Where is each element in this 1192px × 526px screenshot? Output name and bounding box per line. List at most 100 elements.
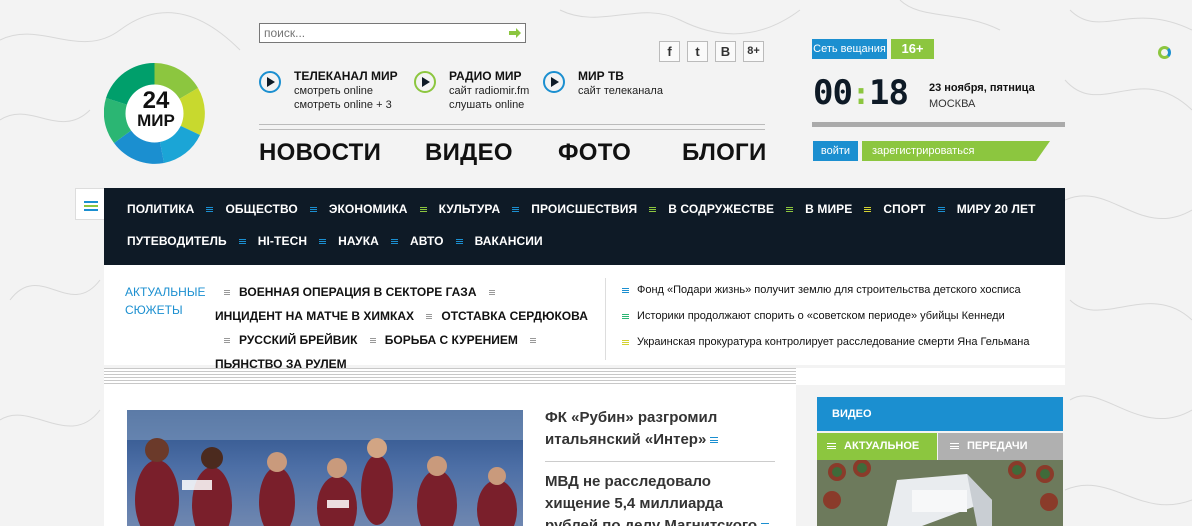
channel-title[interactable]: МИР ТВ — [578, 69, 624, 83]
headline-text[interactable]: МВД не расследовало хищение 5,4 миллиард… — [545, 473, 757, 526]
divider — [259, 124, 765, 130]
search-input[interactable] — [260, 24, 500, 42]
topic-link[interactable]: ОТСТАВКА СЕРДЮКОВА — [441, 309, 588, 323]
video-preview-image — [817, 460, 1063, 526]
menu-item[interactable]: ОБЩЕСТВО — [225, 202, 297, 216]
play-icon[interactable] — [259, 71, 281, 93]
side-news-item[interactable]: Украинская прокуратура контролирует расс… — [622, 336, 1030, 348]
divider — [796, 368, 1065, 385]
nav-video[interactable]: ВИДЕО — [425, 139, 513, 167]
search-arrow-icon[interactable] — [508, 27, 522, 39]
menu-item[interactable]: НАУКА — [338, 234, 379, 248]
loading-ring-icon — [1158, 46, 1171, 59]
menu-separator-icon — [937, 206, 945, 212]
clock-hours: 00 — [813, 73, 853, 113]
topic-link[interactable]: ВОЕННАЯ ОПЕРАЦИЯ В СЕКТОРЕ ГАЗА — [239, 285, 477, 299]
featured-news-photo[interactable] — [127, 410, 523, 526]
channel-title[interactable]: ТЕЛЕКАНАЛ МИР — [294, 69, 398, 83]
list-icon — [827, 443, 836, 450]
tab-programs[interactable]: ПЕРЕДАЧИ — [938, 433, 1063, 460]
divider — [812, 122, 1065, 127]
register-button[interactable]: зарегистрироваться — [862, 141, 1050, 161]
menu-item[interactable]: СПОРТ — [883, 202, 925, 216]
menu-separator-icon — [455, 238, 463, 244]
current-city: МОСКВА — [929, 98, 976, 110]
logo-24-mir[interactable]: 24 МИР — [103, 62, 205, 164]
channel-radio-mir[interactable]: РАДИО МИР сайт radiomir.fm слушать onlin… — [414, 69, 544, 115]
topic-link[interactable]: ИНЦИДЕНТ НА МАТЧЕ В ХИМКАХ — [215, 309, 414, 323]
headline-link[interactable]: ФК «Рубин» разгромил итальянский «Интер» — [545, 407, 775, 451]
vkontakte-icon[interactable]: B — [715, 41, 736, 62]
play-icon[interactable] — [543, 71, 565, 93]
menu-separator-icon — [786, 206, 794, 212]
list-bullet-icon — [622, 339, 629, 345]
divider — [545, 461, 775, 462]
video-widget-title[interactable]: ВИДЕО — [817, 397, 1063, 431]
trending-label: АКТУАЛЬНЫЕ СЮЖЕТЫ — [125, 285, 206, 317]
menu-item[interactable]: ПУТЕВОДИТЕЛЬ — [127, 234, 227, 248]
menu-separator-icon — [309, 206, 317, 212]
google-plus-icon[interactable]: 8+ — [743, 41, 764, 62]
menu-separator-icon — [649, 206, 657, 212]
channel-title[interactable]: РАДИО МИР — [449, 69, 522, 83]
tab-label: АКТУАЛЬНОЕ — [844, 440, 920, 452]
topic-separator-icon — [224, 337, 230, 343]
menu-icon — [84, 201, 98, 211]
broadcast-network-link[interactable]: Сеть вещания — [812, 39, 887, 59]
menu-item[interactable]: КУЛЬТУРА — [439, 202, 501, 216]
video-thumbnail[interactable] — [817, 460, 1063, 526]
menu-separator-icon — [864, 206, 872, 212]
channel-link[interactable]: смотреть online — [294, 85, 373, 97]
topic-link[interactable]: РУССКИЙ БРЕЙВИК — [239, 333, 357, 347]
side-news-link[interactable]: Фонд «Подари жизнь» получит землю для ст… — [637, 284, 1021, 296]
nav-blogs[interactable]: БЛОГИ — [682, 139, 767, 167]
list-icon — [950, 443, 959, 450]
side-news-link[interactable]: Историки продолжают спорить о «советском… — [637, 310, 1005, 322]
menu-item[interactable]: АВТО — [410, 234, 444, 248]
menu-separator-icon — [419, 206, 427, 212]
logo-number: 24 — [142, 87, 170, 114]
side-news-link[interactable]: Украинская прокуратура контролирует расс… — [637, 336, 1030, 348]
headline-link[interactable]: МВД не расследовало хищение 5,4 миллиард… — [545, 471, 775, 526]
nav-news[interactable]: НОВОСТИ — [259, 139, 381, 167]
menu-separator-icon — [319, 238, 327, 244]
search-box[interactable] — [259, 23, 526, 43]
menu-separator-icon — [512, 206, 520, 212]
menu-item[interactable]: HI-TECH — [258, 234, 307, 248]
category-menu-row-1: ПОЛИТИКА ОБЩЕСТВО ЭКОНОМИКА КУЛЬТУРА ПРОИСШЕ… — [127, 202, 1036, 216]
nav-photo[interactable]: ФОТО — [558, 139, 631, 167]
channel-mir-tv-site[interactable]: МИР ТВ сайт телеканала — [543, 69, 673, 115]
channel-link[interactable]: смотреть online + 3 — [294, 99, 392, 111]
menu-item[interactable]: В СОДРУЖЕСТВЕ — [668, 202, 774, 216]
headline-text[interactable]: ФК «Рубин» разгромил итальянский «Интер» — [545, 409, 717, 448]
list-bullet-icon — [622, 313, 629, 319]
menu-separator-icon — [390, 238, 398, 244]
twitter-icon[interactable]: t — [687, 41, 708, 62]
current-date: 23 ноября, пятница — [929, 82, 1035, 94]
side-news-item[interactable]: Фонд «Подари жизнь» получит землю для ст… — [622, 284, 1021, 296]
topic-link[interactable]: БОРЬБА С КУРЕНИЕМ — [385, 333, 518, 347]
channel-link[interactable]: сайт radiomir.fm — [449, 85, 529, 97]
tab-actual[interactable]: АКТУАЛЬНОЕ — [817, 433, 937, 460]
menu-item[interactable]: ПОЛИТИКА — [127, 202, 194, 216]
list-icon — [710, 437, 719, 444]
menu-item[interactable]: МИРУ 20 ЛЕТ — [957, 202, 1036, 216]
facebook-icon[interactable]: f — [659, 41, 680, 62]
login-button[interactable]: войти — [813, 141, 858, 161]
menu-separator-icon — [238, 238, 246, 244]
channel-mir-tv[interactable]: ТЕЛЕКАНАЛ МИР смотреть online смотреть o… — [259, 69, 409, 115]
clock-separator: : — [851, 77, 870, 112]
age-rating-badge: 16+ — [891, 39, 934, 59]
menu-item[interactable]: ПРОИСШЕСТВИЯ — [531, 202, 637, 216]
play-icon[interactable] — [414, 71, 436, 93]
menu-toggle-button[interactable] — [75, 188, 105, 220]
side-news-item[interactable]: Историки продолжают спорить о «советском… — [622, 310, 1005, 322]
trending-topics: ВОЕННАЯ ОПЕРАЦИЯ В СЕКТОРЕ ГАЗА ИНЦИДЕНТ… — [215, 280, 595, 376]
menu-item[interactable]: В МИРЕ — [805, 202, 852, 216]
menu-item[interactable]: ВАКАНСИИ — [475, 234, 543, 248]
category-menu-row-2: ПУТЕВОДИТЕЛЬ HI-TECH НАУКА АВТО ВАКАНСИИ — [127, 234, 543, 248]
channel-link[interactable]: слушать online — [449, 99, 524, 111]
menu-item[interactable]: ЭКОНОМИКА — [329, 202, 408, 216]
channel-link[interactable]: сайт телеканала — [578, 85, 663, 97]
topic-separator-icon — [426, 313, 433, 319]
